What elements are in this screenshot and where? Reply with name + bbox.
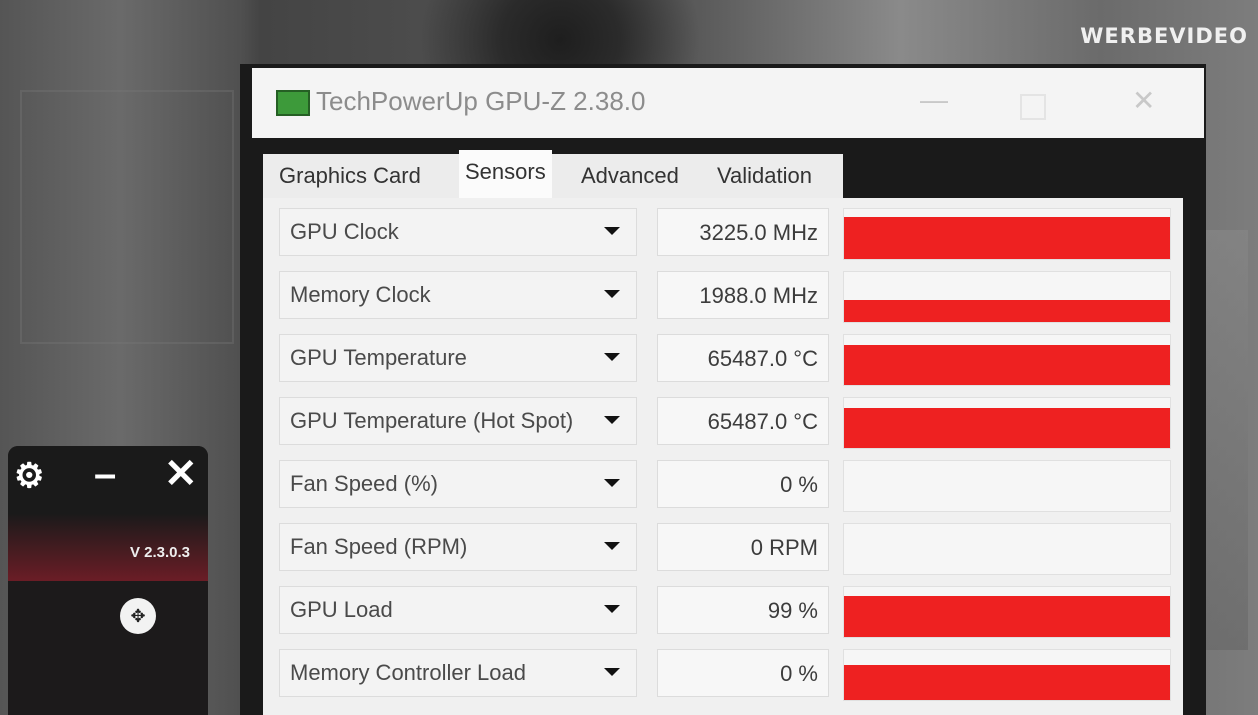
sensor-graph-fill — [844, 345, 1170, 385]
gpu-z-app-icon — [276, 90, 310, 116]
sensor-row: Memory Controller Load 0 % — [263, 639, 1183, 701]
sensor-select[interactable]: GPU Clock — [279, 208, 637, 256]
sensor-select[interactable]: Memory Controller Load — [279, 649, 637, 697]
sensor-graph — [843, 649, 1171, 701]
sensor-graph — [843, 271, 1171, 323]
sensor-name: Fan Speed (%) — [290, 471, 438, 496]
sensor-row: GPU Load 99 % — [263, 576, 1183, 638]
sensor-select[interactable]: Fan Speed (%) — [279, 460, 637, 508]
sensor-row: GPU Temperature (Hot Spot) 65487.0 °C — [263, 387, 1183, 449]
dropdown-arrow-icon[interactable] — [604, 542, 620, 550]
sensor-name: Fan Speed (RPM) — [290, 534, 468, 559]
sensor-value: 0 % — [780, 472, 818, 497]
gear-icon[interactable]: ⚙ — [14, 456, 44, 496]
overlay-app: ⚙ – ✕ V 2.3.0.3 ✥ — [8, 446, 208, 715]
tab-advanced[interactable]: Advanced — [581, 154, 679, 198]
sensor-value: 1988.0 MHz — [699, 283, 818, 308]
dropdown-arrow-icon[interactable] — [604, 290, 620, 298]
sensor-row: Memory Clock 1988.0 MHz — [263, 261, 1183, 323]
tab-bar: Graphics Card Sensors Advanced Validatio… — [263, 150, 843, 198]
sensor-name: GPU Clock — [290, 219, 399, 244]
sensor-value-box: 0 % — [657, 649, 829, 697]
sensor-name: GPU Load — [290, 597, 393, 622]
sensor-select[interactable]: GPU Temperature (Hot Spot) — [279, 397, 637, 445]
window-title: TechPowerUp GPU-Z 2.38.0 — [316, 86, 646, 116]
sensor-row: Fan Speed (%) 0 % — [263, 450, 1183, 512]
overlay-app-header: ⚙ – ✕ V 2.3.0.3 — [8, 446, 208, 581]
minimize-icon[interactable]: – — [94, 454, 116, 494]
dropdown-arrow-icon[interactable] — [604, 416, 620, 424]
sensor-graph-fill — [844, 408, 1170, 448]
sensor-value-box: 1988.0 MHz — [657, 271, 829, 319]
sensor-name: Memory Clock — [290, 282, 431, 307]
maximize-icon[interactable] — [1020, 94, 1046, 120]
sensor-value-box: 99 % — [657, 586, 829, 634]
tab-graphics-card[interactable]: Graphics Card — [279, 154, 421, 198]
sensor-value-box: 65487.0 °C — [657, 397, 829, 445]
background-wall-panel — [20, 90, 234, 344]
sensor-name: GPU Temperature (Hot Spot) — [290, 408, 574, 433]
sensor-value: 65487.0 °C — [707, 346, 818, 371]
sensor-select[interactable]: Memory Clock — [279, 271, 637, 319]
gpu-z-window: TechPowerUp GPU-Z 2.38.0 — ✕ Graphics Ca… — [240, 64, 1206, 715]
sensor-name: Memory Controller Load — [290, 660, 526, 685]
sensor-value: 65487.0 °C — [707, 409, 818, 434]
sensor-graph — [843, 586, 1171, 638]
sensor-row: GPU Clock 3225.0 MHz — [263, 198, 1183, 260]
close-icon[interactable]: ✕ — [1132, 84, 1155, 117]
watermark: WERBEVIDEO — [1080, 24, 1248, 48]
sensor-select[interactable]: Fan Speed (RPM) — [279, 523, 637, 571]
sensor-graph — [843, 334, 1171, 386]
dropdown-arrow-icon[interactable] — [604, 605, 620, 613]
sensor-value: 3225.0 MHz — [699, 220, 818, 245]
move-handle-icon[interactable]: ✥ — [120, 598, 156, 634]
sensor-select[interactable]: GPU Temperature — [279, 334, 637, 382]
dropdown-arrow-icon[interactable] — [604, 227, 620, 235]
minimize-icon[interactable]: — — [920, 84, 948, 116]
sensors-panel: GPU Clock 3225.0 MHz Memory Clock 1988.0… — [263, 198, 1183, 715]
sensor-value-box: 0 RPM — [657, 523, 829, 571]
sensor-graph — [843, 523, 1171, 575]
sensor-graph — [843, 208, 1171, 260]
title-bar[interactable]: TechPowerUp GPU-Z 2.38.0 — ✕ — [252, 68, 1204, 138]
dropdown-arrow-icon[interactable] — [604, 479, 620, 487]
version-label: V 2.3.0.3 — [129, 544, 190, 561]
sensor-value: 0 % — [780, 661, 818, 686]
sensor-graph-fill — [844, 299, 1170, 322]
sensor-graph-fill — [844, 216, 1170, 259]
sensor-value-box: 3225.0 MHz — [657, 208, 829, 256]
sensor-value-box: 0 % — [657, 460, 829, 508]
sensor-value-box: 65487.0 °C — [657, 334, 829, 382]
sensor-select[interactable]: GPU Load — [279, 586, 637, 634]
sensor-name: GPU Temperature — [290, 345, 467, 370]
sensor-value: 0 RPM — [750, 535, 818, 560]
sensor-graph — [843, 460, 1171, 512]
tab-sensors[interactable]: Sensors — [459, 150, 552, 198]
sensor-graph — [843, 397, 1171, 449]
dropdown-arrow-icon[interactable] — [604, 668, 620, 676]
sensor-value: 99 % — [767, 598, 818, 623]
tab-validation[interactable]: Validation — [717, 154, 812, 198]
sensor-graph-fill — [844, 665, 1170, 700]
sensor-graph-fill — [844, 596, 1170, 637]
sensor-row: GPU Temperature 65487.0 °C — [263, 324, 1183, 386]
close-icon[interactable]: ✕ — [164, 454, 198, 494]
sensor-row: Fan Speed (RPM) 0 RPM — [263, 513, 1183, 575]
dropdown-arrow-icon[interactable] — [604, 353, 620, 361]
